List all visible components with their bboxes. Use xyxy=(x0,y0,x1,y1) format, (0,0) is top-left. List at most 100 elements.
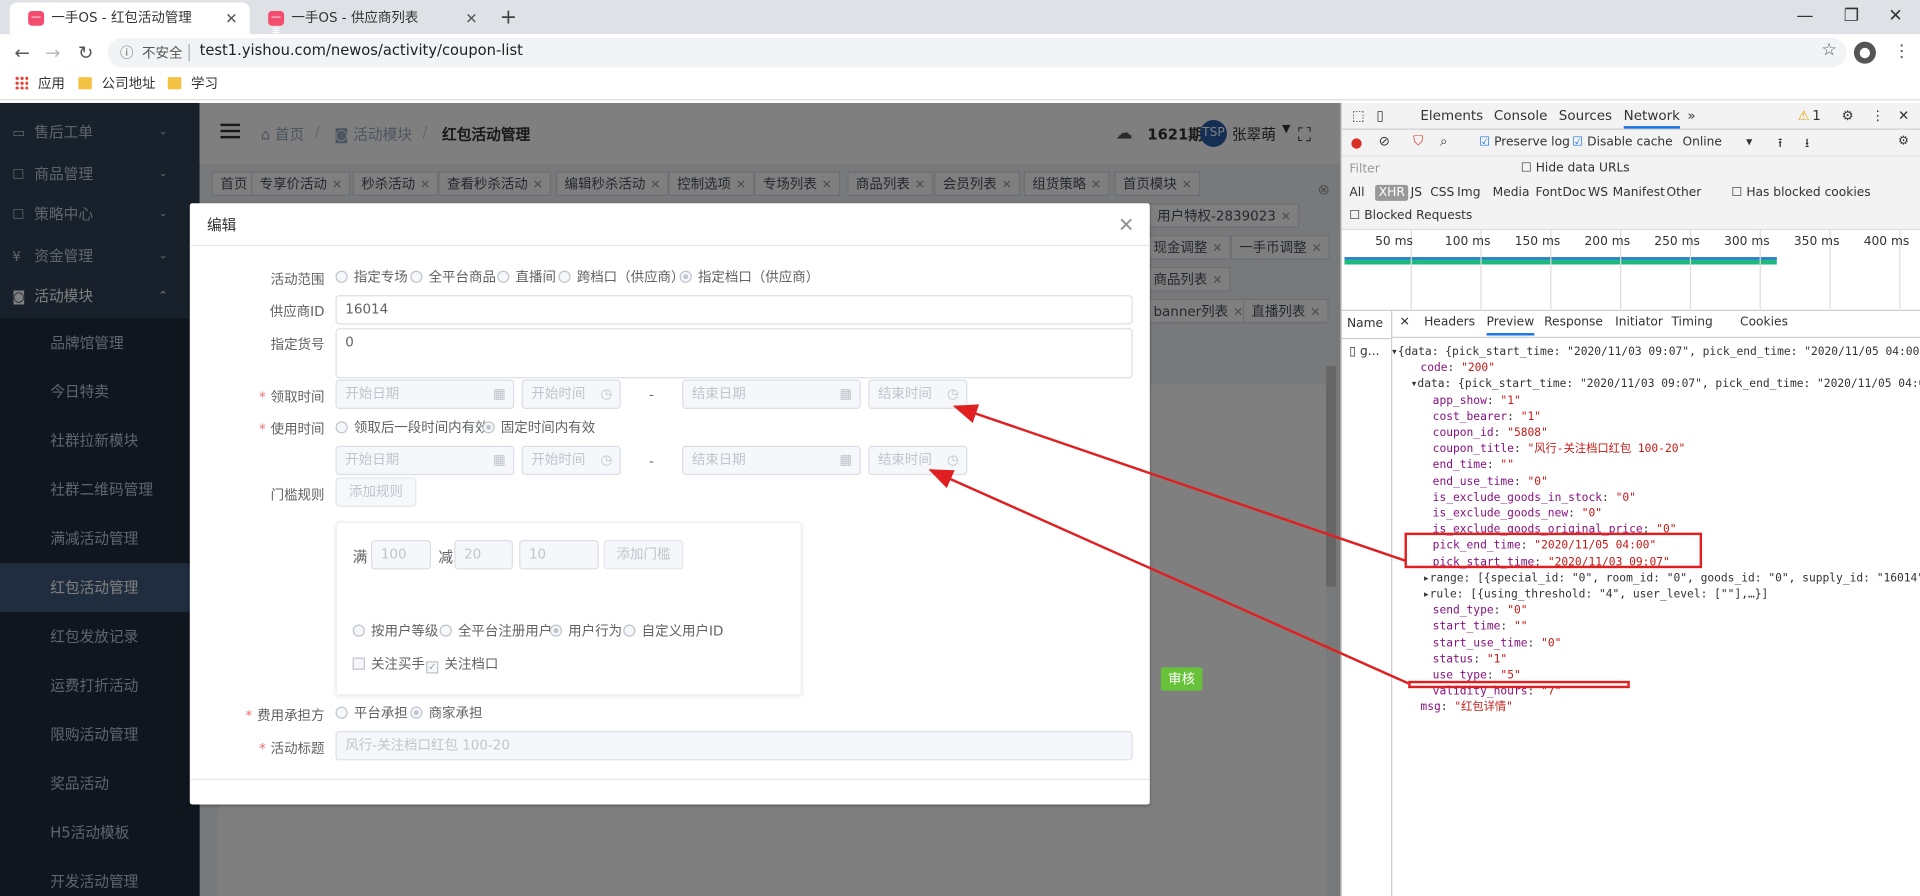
json-line[interactable]: ▾data: {pick_start_time: "2020/11/03 09:… xyxy=(1411,376,1920,392)
json-line[interactable]: ▸rule: [{using_threshold: "4", user_leve… xyxy=(1423,587,1768,603)
json-line[interactable]: coupon_title: "风行-关注档口红包 100-20" xyxy=(1433,441,1686,457)
close-icon[interactable]: ✕ xyxy=(225,2,237,34)
download-icon[interactable]: ⭳ xyxy=(1805,135,1809,156)
expand-right-icon[interactable]: ▸ xyxy=(1423,572,1430,585)
minus-amount-input[interactable]: 20 xyxy=(454,540,514,570)
cost-option[interactable]: 商家承担 xyxy=(410,705,482,722)
third-amount-input[interactable]: 10 xyxy=(519,540,599,570)
use-time-option[interactable]: 领取后一段时间内有效 xyxy=(335,420,489,437)
blocked-requests-checkbox[interactable]: ☐ Blocked Requests xyxy=(1349,209,1472,222)
json-line[interactable]: code: "200" xyxy=(1420,360,1495,376)
json-line[interactable]: start_use_time: "0" xyxy=(1433,635,1562,651)
settings-gear-icon[interactable]: ⚙ xyxy=(1842,108,1854,124)
inspect-icon[interactable]: ⬚ xyxy=(1352,108,1365,124)
detail-tab[interactable]: Initiator xyxy=(1615,316,1663,329)
json-line[interactable]: coupon_id: "5808" xyxy=(1433,425,1548,441)
type-filter[interactable]: CSS xyxy=(1430,186,1454,199)
json-line[interactable]: end_use_time: "0" xyxy=(1433,473,1548,489)
user-option[interactable]: 按用户等级 xyxy=(352,623,438,640)
add-threshold-button[interactable]: 添加门槛 xyxy=(603,540,684,570)
use-start-date[interactable]: 开始日期 ▦ xyxy=(335,445,515,476)
receive-end-date[interactable]: 结束日期 ▦ xyxy=(682,379,861,409)
json-line[interactable]: is_exclude_goods_new: "0" xyxy=(1433,506,1602,522)
kebab-icon[interactable]: ⋮ xyxy=(1871,108,1884,124)
expand-down-icon[interactable]: ▾ xyxy=(1411,378,1418,391)
close-icon[interactable]: ✕ xyxy=(1400,316,1410,329)
new-tab-icon[interactable]: + xyxy=(500,2,517,31)
type-filter[interactable]: Media xyxy=(1493,186,1530,199)
cost-option[interactable]: 平台承担 xyxy=(335,705,408,722)
type-filter[interactable]: XHR xyxy=(1375,184,1409,201)
clear-icon[interactable]: ⊘ xyxy=(1379,133,1390,149)
bookmark-company[interactable]: 公司地址 xyxy=(78,76,156,93)
json-line[interactable]: send_type: "0" xyxy=(1433,603,1528,619)
minimize-icon[interactable]: — xyxy=(1780,0,1829,34)
json-line[interactable]: msg: "红包详情" xyxy=(1420,700,1512,716)
browser-tab-coupon[interactable]: 一手 一手OS - 红包活动管理 ✕ xyxy=(9,2,250,38)
scope-option[interactable]: 直播间 xyxy=(497,269,556,286)
hide-data-urls-checkbox[interactable]: ☐ Hide data URLs xyxy=(1521,162,1630,175)
json-line[interactable]: end_time: "" xyxy=(1433,457,1514,473)
record-icon[interactable]: ● xyxy=(1351,135,1363,151)
json-line[interactable]: ▸range: [{special_id: "0", room_id: "0",… xyxy=(1423,570,1920,586)
request-row[interactable]: ▯ g... xyxy=(1349,345,1379,358)
scope-option[interactable]: 指定档口（供应商） xyxy=(679,269,819,286)
use-end-time[interactable]: 结束时间 ◷ xyxy=(868,445,968,476)
caret-down-icon[interactable]: ▾ xyxy=(1746,136,1752,149)
reload-icon[interactable]: ↻ xyxy=(73,40,97,64)
scope-option[interactable]: 跨档口（供应商） xyxy=(558,269,684,286)
close-icon[interactable]: ✕ xyxy=(465,2,477,34)
filter-input[interactable]: Filter xyxy=(1349,163,1379,176)
tab-sources[interactable]: Sources xyxy=(1559,108,1612,124)
url-text[interactable]: test1.yishou.com/newos/activity/coupon-l… xyxy=(200,42,523,59)
tab-network[interactable]: Network xyxy=(1623,108,1680,129)
json-line[interactable]: ▾{data: {pick_start_time: "2020/11/03 09… xyxy=(1391,344,1920,360)
receive-start-time[interactable]: 开始时间 ◷ xyxy=(521,379,621,409)
window-close-icon[interactable]: ✕ xyxy=(1871,0,1920,34)
info-icon[interactable]: ⓘ xyxy=(120,43,133,63)
bookmark-star-icon[interactable]: ☆ xyxy=(1821,40,1836,60)
expand-right-icon[interactable]: ▸ xyxy=(1423,588,1430,601)
filter-icon[interactable]: ⛉ xyxy=(1413,133,1423,150)
use-end-date[interactable]: 结束日期 ▦ xyxy=(682,445,861,476)
audit-button[interactable]: 审核 xyxy=(1160,667,1203,691)
warning-icon[interactable]: ⚠ xyxy=(1798,108,1810,124)
search-icon[interactable]: ⌕ xyxy=(1440,133,1448,150)
close-icon[interactable]: ✕ xyxy=(1898,108,1909,124)
scope-option[interactable]: 指定专场 xyxy=(335,269,408,286)
type-filter[interactable]: Other xyxy=(1667,186,1702,199)
follow-buyer-checkbox[interactable]: 关注买手 xyxy=(352,656,425,673)
type-filter[interactable]: Manifest xyxy=(1613,186,1665,199)
detail-tab[interactable]: Timing xyxy=(1671,316,1712,329)
json-line[interactable]: start_time: "" xyxy=(1433,619,1528,635)
browser-tab-supplier[interactable]: 一手 一手OS - 供应商列表 ✕ xyxy=(250,2,490,38)
type-filter[interactable]: WS xyxy=(1588,186,1608,199)
has-blocked-checkbox[interactable]: ☐ Has blocked cookies xyxy=(1731,186,1870,199)
menu-kebab-icon[interactable]: ⋮ xyxy=(1893,42,1910,62)
goods-no-textarea[interactable]: 0 xyxy=(335,328,1133,379)
tab-console[interactable]: Console xyxy=(1494,108,1547,124)
upload-icon[interactable]: ⭱ xyxy=(1778,135,1782,156)
more-tabs-icon[interactable]: » xyxy=(1687,108,1695,124)
bookmark-study[interactable]: 学习 xyxy=(167,76,218,93)
json-line[interactable]: status: "1" xyxy=(1433,651,1508,667)
network-timeline[interactable]: 50 ms 100 ms 150 ms 200 ms 250 ms 300 ms 350 m… xyxy=(1342,230,1920,312)
expand-down-icon[interactable]: ▾ xyxy=(1391,345,1398,358)
scope-option[interactable]: 全平台商品 xyxy=(410,269,496,286)
type-filter[interactable]: Font xyxy=(1536,186,1563,199)
supplier-id-input[interactable]: 16014 xyxy=(335,295,1133,325)
user-option[interactable]: 用户行为 xyxy=(549,623,622,640)
tab-elements[interactable]: Elements xyxy=(1420,108,1483,124)
type-filter[interactable]: JS xyxy=(1411,186,1422,199)
disable-cache-checkbox[interactable]: ☑ Disable cache xyxy=(1572,136,1672,149)
detail-tab[interactable]: Response xyxy=(1544,316,1603,329)
restore-icon[interactable]: ❐ xyxy=(1827,0,1876,34)
type-filter[interactable]: Img xyxy=(1457,186,1480,199)
add-rule-button[interactable]: 添加规则 xyxy=(335,477,417,507)
detail-tab[interactable]: Headers xyxy=(1424,316,1475,329)
device-toggle-icon[interactable]: ▯ xyxy=(1376,108,1383,124)
preserve-log-checkbox[interactable]: ☑ Preserve log xyxy=(1479,136,1570,149)
profile-icon[interactable]: ● xyxy=(1853,41,1876,64)
json-line[interactable]: app_show: "1" xyxy=(1433,393,1521,409)
address-bar[interactable]: ⓘ 不安全 test1.yishou.com/newos/activity/co… xyxy=(107,37,1847,68)
